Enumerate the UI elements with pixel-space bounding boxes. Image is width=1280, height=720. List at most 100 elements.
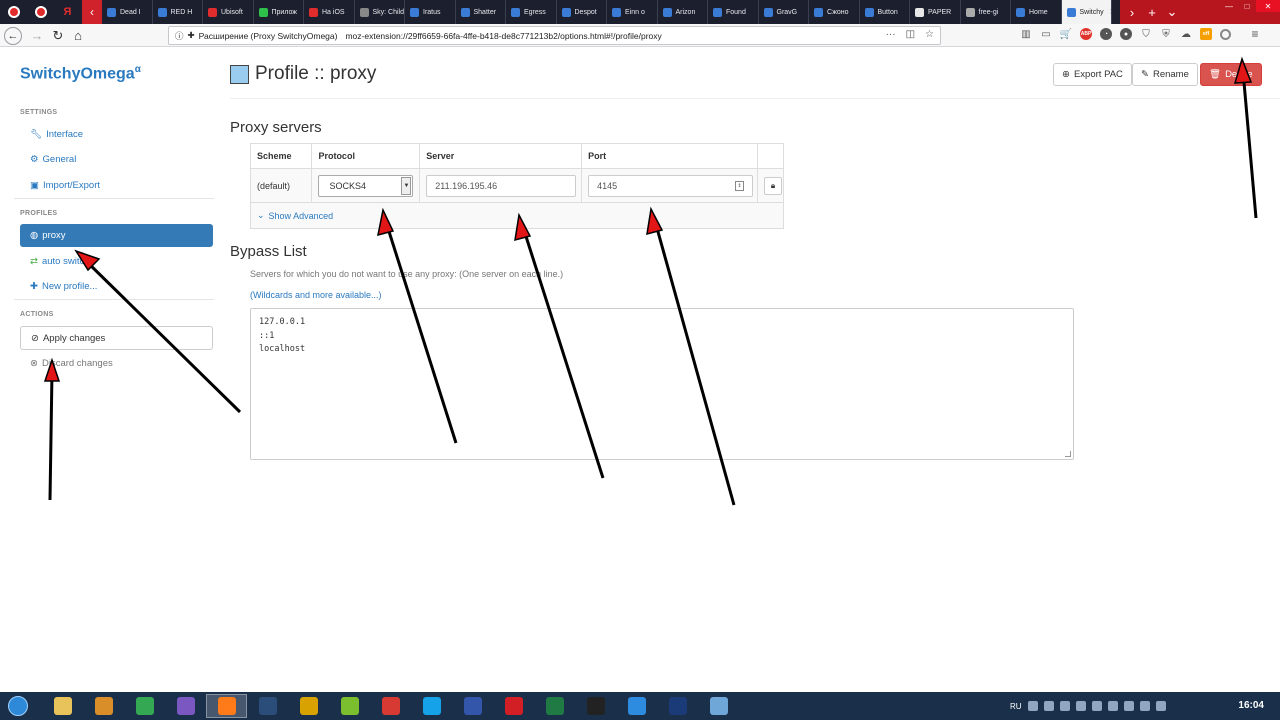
browser-tab[interactable]: GravG [759,0,809,24]
browser-tab[interactable]: Egress [506,0,557,24]
browser-tab[interactable]: Shatter [456,0,506,24]
tray-icon[interactable] [1043,701,1054,711]
cart-icon[interactable]: 🛒 [1060,28,1072,40]
browser-tab[interactable]: Switchy ✕ [1061,0,1112,24]
sidebar-item-import-export[interactable]: ▣ Import/Export [30,180,100,191]
site-identity[interactable]: ⓘ ✚ Расширение (Proxy SwitchyOmega) [169,30,345,42]
maximize-button[interactable]: □ [1238,0,1256,12]
new-tab-button[interactable]: + [1142,0,1162,24]
shield-check-icon[interactable]: ⛨ [1160,28,1172,40]
discard-changes-button[interactable]: ⊗ Discard changes [30,358,113,369]
off-badge-icon[interactable]: off [1200,28,1212,40]
sidebar-item-auto-switch[interactable]: ⇄ auto switch [30,256,90,267]
pocket-icon[interactable]: ◫ [906,29,915,40]
wildcards-link[interactable]: (Wildcards and more available...) [250,290,382,300]
tray-icon[interactable] [1075,701,1086,711]
minimize-button[interactable]: — [1220,0,1238,12]
taskbar-app-viber[interactable] [165,694,206,718]
library-icon[interactable]: ▥ [1020,28,1032,40]
menu-icon[interactable]: ≡ [1249,27,1261,41]
cloud-icon[interactable]: ☁ [1180,28,1192,40]
adblock-icon[interactable]: ABP [1080,28,1092,40]
profile-color-swatch[interactable] [230,64,249,84]
delete-button[interactable]: 🗑︎ Delete [1200,63,1262,86]
star-icon[interactable]: ☆ [925,29,934,40]
url-text[interactable]: moz-extension://29ff6659-66fa-4ffe-b418-… [345,31,661,41]
browser-tab[interactable]: Despot [557,0,607,24]
browser-tab[interactable]: Button [860,0,910,24]
shield-icon[interactable]: ⛉ [1140,28,1152,40]
pinned-tab-2[interactable] [27,0,54,24]
taskbar-app-unknown[interactable] [288,694,329,718]
taskbar-app-utorrent[interactable] [329,694,370,718]
taskbar-app-opera[interactable] [493,694,534,718]
tab-scroll-right[interactable]: › [1122,0,1142,24]
browser-tab[interactable]: RED H [153,0,203,24]
page-actions-menu[interactable]: ··· [886,29,896,40]
spinner-icon[interactable]: ⇕ [735,180,745,191]
tray-icon[interactable] [1059,701,1070,711]
tray-icon[interactable] [1139,701,1150,711]
resize-grip[interactable] [1065,451,1071,457]
close-window-button[interactable]: ✕ [1256,0,1280,12]
forward-button[interactable]: → [27,26,47,45]
taskbar-app-notepad[interactable] [698,694,739,718]
taskbar-app-film-editor[interactable] [247,694,288,718]
home-button[interactable]: ⌂ [68,26,88,45]
taskbar-app-skype[interactable] [411,694,452,718]
protocol-select[interactable]: SOCKS4 ▼ [318,174,414,197]
taskbar-app-explorer[interactable] [42,694,83,718]
tray-icon[interactable] [1027,701,1038,711]
reload-button[interactable]: ↻ [48,26,68,45]
port-input[interactable]: 4145 ⇕ [588,174,754,197]
browser-tab[interactable]: Dead I [102,0,153,24]
export-pac-button[interactable]: ⊕ Export PAC [1053,63,1132,86]
tab-scroll-left[interactable]: ‹ [82,0,102,24]
taskbar-app-vivaldi[interactable] [370,694,411,718]
auth-lock-button[interactable]: 🔒︎ [764,176,782,195]
taskbar-app-chrome[interactable] [124,694,165,718]
tray-icon[interactable] [1091,701,1102,711]
sidebar-item-new-profile[interactable]: ✚ New profile... [30,281,97,292]
sidebar-item-proxy[interactable]: ◍ proxy [20,224,213,247]
start-button[interactable] [6,695,30,717]
browser-tab[interactable]: На iOS [304,0,355,24]
clock[interactable]: 16:04 [1238,700,1264,711]
close-tab-icon[interactable]: ✕ [1110,8,1111,16]
switchyomega-icon[interactable] [1220,28,1231,40]
browser-tab[interactable]: Found [708,0,759,24]
browser-tab[interactable]: Sky: Childr [355,0,405,24]
address-bar[interactable]: ⓘ ✚ Расширение (Proxy SwitchyOmega) moz-… [168,26,941,45]
sidebar-icon[interactable]: ▭ [1040,28,1052,40]
taskbar-app-photoshop[interactable] [657,694,698,718]
monkey-icon[interactable]: ◔ [1100,28,1112,40]
taskbar-app-excel[interactable] [534,694,575,718]
tab-list-button[interactable]: ⌄ [1162,0,1182,24]
tray-icon[interactable] [1123,701,1134,711]
back-button[interactable]: ← [3,26,23,45]
taskbar-app-uplay[interactable] [616,694,657,718]
bypass-list-textarea[interactable]: 127.0.0.1 ::1 localhost [250,308,1074,460]
browser-tab[interactable]: Home [1011,0,1062,24]
taskbar-app-media-player[interactable] [83,694,124,718]
browser-tab[interactable]: Arizon [658,0,708,24]
taskbar-app-app-orange[interactable] [575,694,616,718]
tray-icon[interactable] [1107,701,1118,711]
browser-tab[interactable]: Iratus [405,0,456,24]
taskbar-app-firefox[interactable] [206,694,247,718]
pinned-tab-1[interactable] [0,0,27,24]
browser-tab[interactable]: Сжоно [809,0,860,24]
server-input[interactable]: 211.196.195.46 [426,174,577,197]
apply-changes-button[interactable]: ⊘ Apply changes [20,326,213,350]
show-advanced-link[interactable]: ⌄ Show Advanced [257,210,783,221]
browser-tab[interactable]: Einn o [607,0,658,24]
browser-tab[interactable]: free-gi [961,0,1011,24]
browser-tab[interactable]: Прилож [254,0,304,24]
rename-button[interactable]: ✎ Rename [1132,63,1198,86]
account-icon[interactable]: ● [1120,28,1132,40]
taskbar-app-save[interactable] [452,694,493,718]
browser-tab[interactable]: Ubisoft [203,0,254,24]
sidebar-item-interface[interactable]: 🔧︎ Interface [30,129,83,140]
tray-icon[interactable] [1155,701,1166,711]
pinned-tab-3[interactable]: Я [54,0,81,24]
